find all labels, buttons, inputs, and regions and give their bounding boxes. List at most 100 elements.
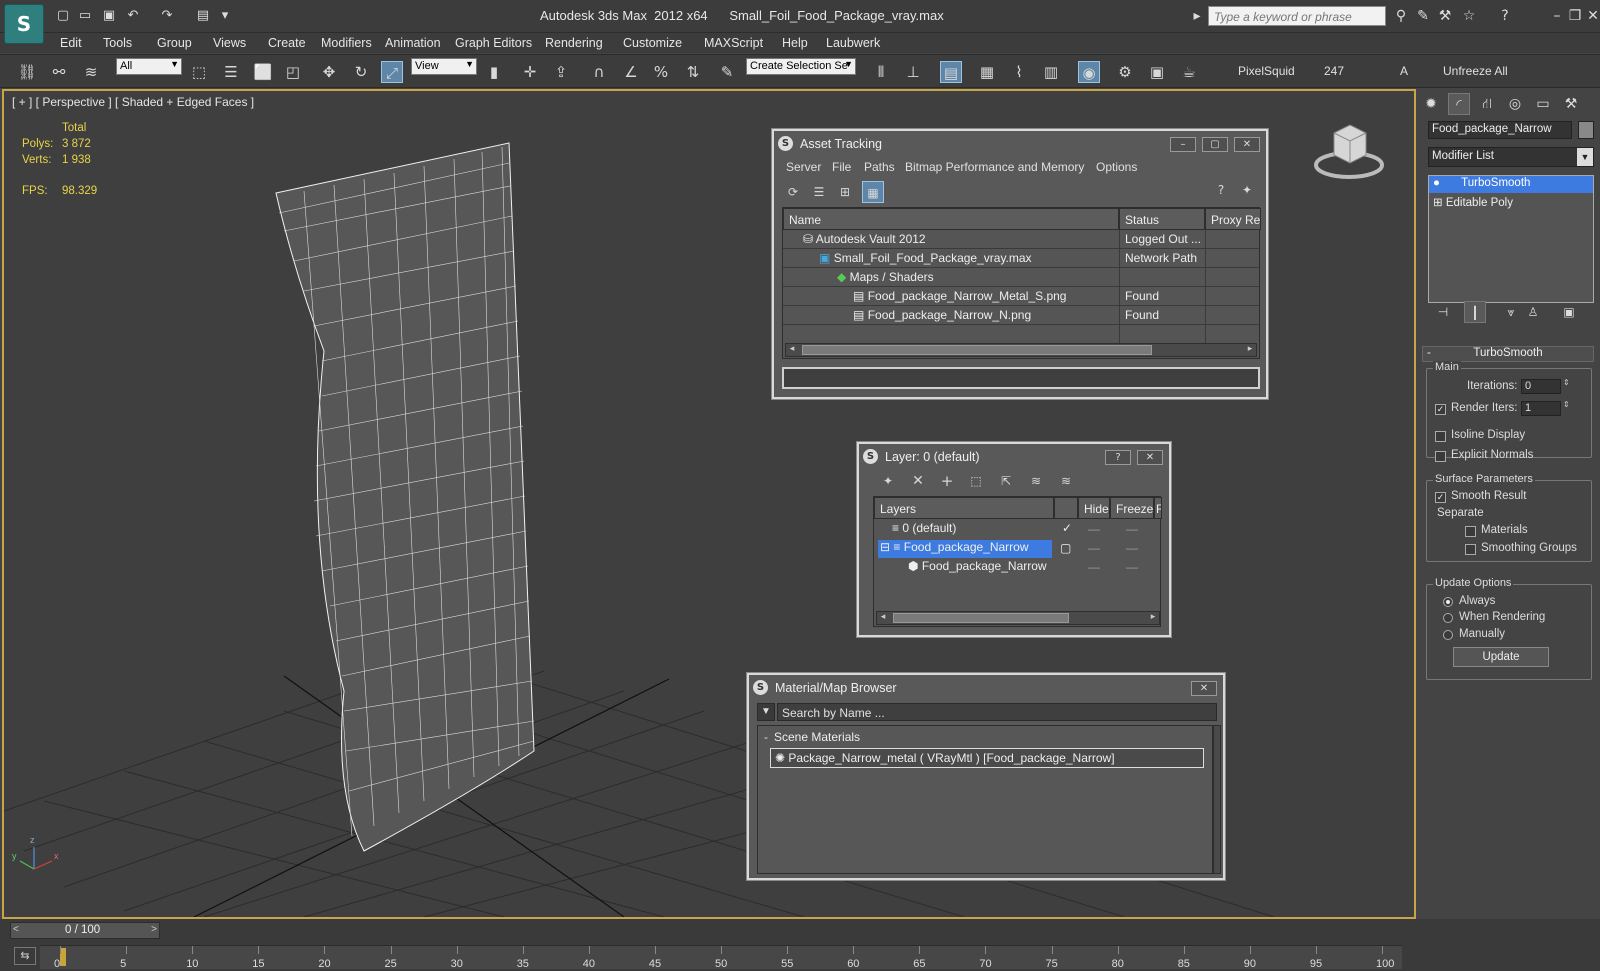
asset-table-scrollbar[interactable]: ◂ ▸ — [785, 343, 1257, 357]
hide-toggle[interactable]: — — [1088, 541, 1100, 555]
window-crossing-icon[interactable]: ◰ — [282, 61, 304, 83]
spinner-arrows-icon[interactable]: ⇕ — [1563, 400, 1570, 409]
favorites-star-icon[interactable]: ☆ — [1460, 7, 1478, 25]
scroll-right-icon[interactable]: ▸ — [1244, 343, 1256, 354]
column-current[interactable] — [1054, 497, 1078, 519]
new-file-icon[interactable]: ▢ — [54, 7, 72, 25]
toolbar-letter[interactable]: A — [1400, 64, 1408, 78]
communication-center-icon[interactable]: ⚒ — [1436, 7, 1454, 25]
render-iters-spinner[interactable]: 1 — [1521, 401, 1561, 416]
bulb-icon[interactable]: ● — [1433, 177, 1440, 189]
collapse-section-icon[interactable]: - — [764, 730, 768, 744]
tree-view-icon[interactable]: ⊞ — [834, 181, 856, 203]
menu-paths[interactable]: Paths — [864, 160, 895, 174]
stack-item-editable-poly[interactable]: ⊞ Editable Poly — [1429, 194, 1593, 211]
mini-curve-editor-icon[interactable]: ⇆ — [14, 947, 36, 965]
percent-snap-icon[interactable]: % — [650, 61, 672, 83]
menu-views[interactable]: Views — [213, 36, 246, 50]
perspective-viewport[interactable]: [ + ] [ Perspective ] [ Shaded + Edged F… — [2, 89, 1416, 919]
close-icon[interactable]: ✕ — [1137, 450, 1163, 465]
update-always-radio[interactable] — [1443, 597, 1453, 607]
column-render[interactable]: R — [1154, 497, 1162, 519]
scroll-right-icon[interactable]: ▸ — [1147, 611, 1159, 622]
menu-edit[interactable]: Edit — [60, 36, 82, 50]
help-icon[interactable]: ? — [1105, 450, 1131, 465]
close-icon[interactable]: ✕ — [1191, 681, 1217, 696]
hide-all-layers-icon[interactable]: ≋ — [1025, 470, 1047, 492]
render-iters-checkbox[interactable]: ✓ — [1435, 404, 1446, 415]
column-proxy[interactable]: Proxy Res — [1205, 208, 1261, 230]
set-current-layer-icon[interactable]: ▢ — [1060, 541, 1071, 555]
freeze-toggle[interactable]: — — [1126, 541, 1138, 555]
add-to-layer-icon[interactable]: + — [936, 470, 958, 492]
delete-layer-icon[interactable]: ✕ — [907, 470, 929, 492]
column-freeze[interactable]: Freeze — [1110, 497, 1154, 519]
select-and-manipulate-icon[interactable]: ✛ — [519, 61, 541, 83]
material-search-input[interactable]: Search by Name ... — [777, 703, 1217, 721]
material-item[interactable]: ✺ Package_Narrow_metal ( VRayMtl ) [Food… — [770, 748, 1204, 768]
menu-graph-editors[interactable]: Graph Editors — [455, 36, 532, 50]
app-menu-button[interactable]: S — [4, 4, 44, 44]
menu-tools[interactable]: Tools — [103, 36, 132, 50]
menu-create[interactable]: Create — [268, 36, 306, 50]
menu-rendering[interactable]: Rendering — [545, 36, 603, 50]
angle-snap-icon[interactable]: ∠ — [620, 61, 642, 83]
hierarchy-tab-icon[interactable]: ⛙ — [1476, 93, 1498, 115]
scene-materials-section[interactable]: Scene Materials — [774, 730, 860, 744]
material-list-scrollbar[interactable] — [1213, 725, 1221, 874]
binoculars-icon[interactable]: ⚲ — [1392, 7, 1410, 25]
track-bar[interactable]: 0 5 10 15 20 25 30 35 40 45 50 55 60 65 70 75 80 85 90 95 10… — [40, 945, 1402, 970]
unlink-icon[interactable]: ⚯ — [48, 61, 70, 83]
create-tab-icon[interactable]: ✹ — [1420, 93, 1442, 115]
graphite-modeling-icon[interactable]: ▦ — [976, 61, 998, 83]
display-tab-icon[interactable]: ▭ — [1532, 93, 1554, 115]
slider-prev-icon[interactable]: < — [13, 924, 19, 935]
bind-space-warp-icon[interactable]: ≋ — [80, 61, 102, 83]
hide-toggle[interactable]: — — [1088, 560, 1100, 574]
layer-manager-icon[interactable]: ▤ — [940, 61, 962, 83]
utilities-tab-icon[interactable]: ⚒ — [1560, 93, 1582, 115]
layer-table-scrollbar[interactable]: ◂ ▸ — [876, 611, 1160, 625]
highlight-selected-icon[interactable]: ⇱ — [995, 470, 1017, 492]
iterations-spinner[interactable]: 0 — [1521, 379, 1561, 394]
minimize-window-icon[interactable]: – — [1548, 7, 1566, 25]
redo-icon[interactable]: ↷ — [158, 7, 176, 25]
asset-path-field[interactable] — [782, 367, 1260, 389]
update-when-rendering-radio[interactable] — [1443, 613, 1453, 623]
curve-editor-icon[interactable]: ⌇ — [1008, 61, 1030, 83]
select-and-scale-icon[interactable]: ⤢ — [381, 61, 403, 83]
select-by-name-icon[interactable]: ☰ — [220, 61, 242, 83]
slider-next-icon[interactable]: > — [151, 924, 157, 935]
mirror-icon[interactable]: ⫴ — [870, 61, 892, 83]
edit-named-selection-icon[interactable]: ✎ — [716, 61, 738, 83]
menu-options[interactable]: Options — [1096, 160, 1137, 174]
layer-object-row[interactable]: ⬢ Food_package_Narrow — [908, 559, 1047, 578]
render-production-icon[interactable]: ☕ — [1178, 61, 1200, 83]
material-browser-titlebar[interactable]: S Material/Map Browser ✕ — [753, 678, 1219, 698]
menu-animation[interactable]: Animation — [385, 36, 441, 50]
menu-help[interactable]: Help — [782, 36, 808, 50]
spinner-arrows-icon[interactable]: ⇕ — [1563, 378, 1570, 387]
tracking-help-icon[interactable]: ✦ — [1236, 179, 1258, 201]
list-view-icon[interactable]: ☰ — [808, 181, 830, 203]
hide-toggle[interactable]: — — [1088, 522, 1100, 536]
freeze-toggle[interactable]: — — [1126, 560, 1138, 574]
browser-options-icon[interactable]: ▼ — [757, 703, 775, 721]
column-layers[interactable]: Layers — [874, 497, 1054, 519]
smooth-result-checkbox[interactable]: ✓ — [1435, 492, 1446, 503]
select-and-link-icon[interactable]: ⛓ — [16, 61, 38, 83]
layer-titlebar[interactable]: S Layer: 0 (default) ? ✕ — [863, 447, 1165, 467]
make-unique-icon[interactable]: ⩔ — [1500, 301, 1522, 323]
schematic-view-icon[interactable]: ▥ — [1040, 61, 1062, 83]
separate-materials-checkbox[interactable] — [1465, 526, 1476, 537]
pivot-center-icon[interactable]: ▮ — [483, 61, 505, 83]
pin-stack-icon[interactable]: ⊣ — [1432, 301, 1454, 323]
keyboard-shortcut-override-icon[interactable]: ⇪ — [550, 61, 572, 83]
menu-server[interactable]: Server — [786, 160, 821, 174]
selection-filter-dropdown[interactable]: All ▼ — [116, 58, 182, 75]
column-hide[interactable]: Hide — [1078, 497, 1110, 519]
open-file-icon[interactable]: ▭ — [76, 7, 94, 25]
show-end-result-icon[interactable]: ┃ — [1464, 301, 1486, 323]
menu-modifiers[interactable]: Modifiers — [321, 36, 372, 50]
scroll-thumb[interactable] — [802, 345, 1152, 355]
